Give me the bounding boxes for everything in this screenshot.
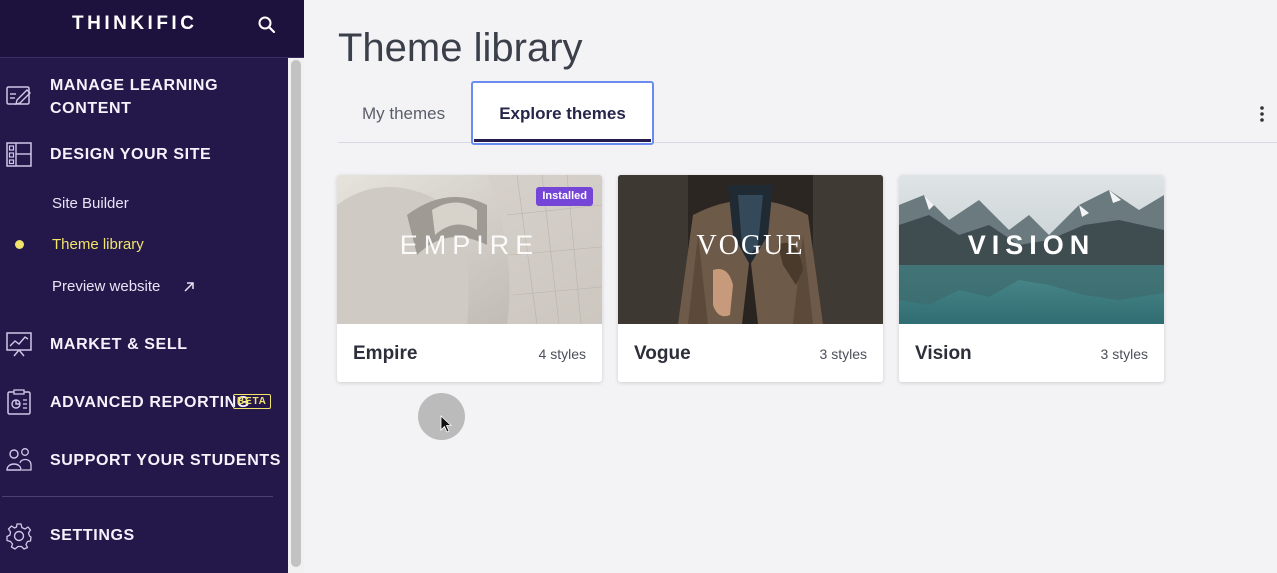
sidebar: THINKIFIC MANAGE LEARNING CONTENT DESIGN… [0,0,304,573]
theme-styles-count: 4 styles [538,346,586,362]
nav-support-your-students[interactable]: SUPPORT YOUR STUDENTS [0,446,288,476]
sidebar-header: THINKIFIC [0,0,304,58]
mouse-cursor-icon [440,415,452,433]
chart-board-icon [6,332,32,357]
nav-label-manage-2: CONTENT [50,100,132,117]
students-icon [6,448,32,471]
sub-item-theme-library[interactable]: Theme library [52,235,144,255]
theme-thumbnail-vogue: VOGUE [618,175,883,324]
installed-badge: Installed [536,187,593,206]
theme-card-vogue[interactable]: VOGUE Vogue 3 styles [618,175,883,382]
nav-design-your-site[interactable]: DESIGN YOUR SITE [0,140,288,170]
active-tab-underline [474,139,651,142]
logo[interactable]: THINKIFIC [72,13,197,35]
tab-explore-themes-label: Explore themes [499,104,626,123]
sidebar-scrollbar[interactable] [291,60,301,567]
layout-icon [6,142,32,167]
search-icon[interactable] [257,15,277,35]
tab-my-themes[interactable]: My themes [362,104,445,124]
theme-name: Vision [915,343,972,364]
vision-thumb-title: VISION [967,230,1096,260]
nav-label-manage-1: MANAGE LEARNING [50,77,219,94]
active-indicator-dot [15,240,24,249]
nav-label-design: DESIGN YOUR SITE [50,146,212,163]
theme-card-empire[interactable]: EMPIRE Installed Empire 4 styles [337,175,602,382]
theme-name: Empire [353,343,418,364]
sub-item-preview-website[interactable]: Preview website [52,277,160,297]
tab-explore-themes[interactable]: Explore themes [471,81,654,145]
theme-card-vision[interactable]: VISION Vision 3 styles [899,175,1164,382]
report-icon [7,389,31,415]
main-content: Theme library My themes Explore themes E… [304,0,1277,573]
nav-manage-learning-content[interactable]: MANAGE LEARNING CONTENT [0,72,288,120]
vogue-thumb-title: VOGUE [696,230,805,261]
theme-styles-count: 3 styles [1100,346,1148,362]
empire-thumb-title: EMPIRE [399,230,540,260]
theme-styles-count: 3 styles [819,346,867,362]
sub-item-site-builder[interactable]: Site Builder [52,194,129,214]
nav-label-support: SUPPORT YOUR STUDENTS [50,452,281,469]
nav-settings[interactable]: SETTINGS [0,521,288,551]
external-link-icon[interactable] [183,281,195,293]
beta-badge: BETA [233,394,271,409]
edit-board-icon [6,86,31,105]
gear-icon [6,523,32,550]
nav-market-and-sell[interactable]: MARKET & SELL [0,330,288,360]
kebab-icon[interactable] [1254,104,1270,124]
theme-name: Vogue [634,343,691,364]
theme-thumbnail-empire: EMPIRE Installed [337,175,602,324]
nav-label-settings: SETTINGS [50,527,135,544]
page-title: Theme library [338,26,583,70]
theme-thumbnail-vision: VISION [899,175,1164,324]
nav-label-reporting: ADVANCED REPORTING [50,394,250,411]
sidebar-divider [2,496,273,497]
nav-label-market: MARKET & SELL [50,336,188,353]
